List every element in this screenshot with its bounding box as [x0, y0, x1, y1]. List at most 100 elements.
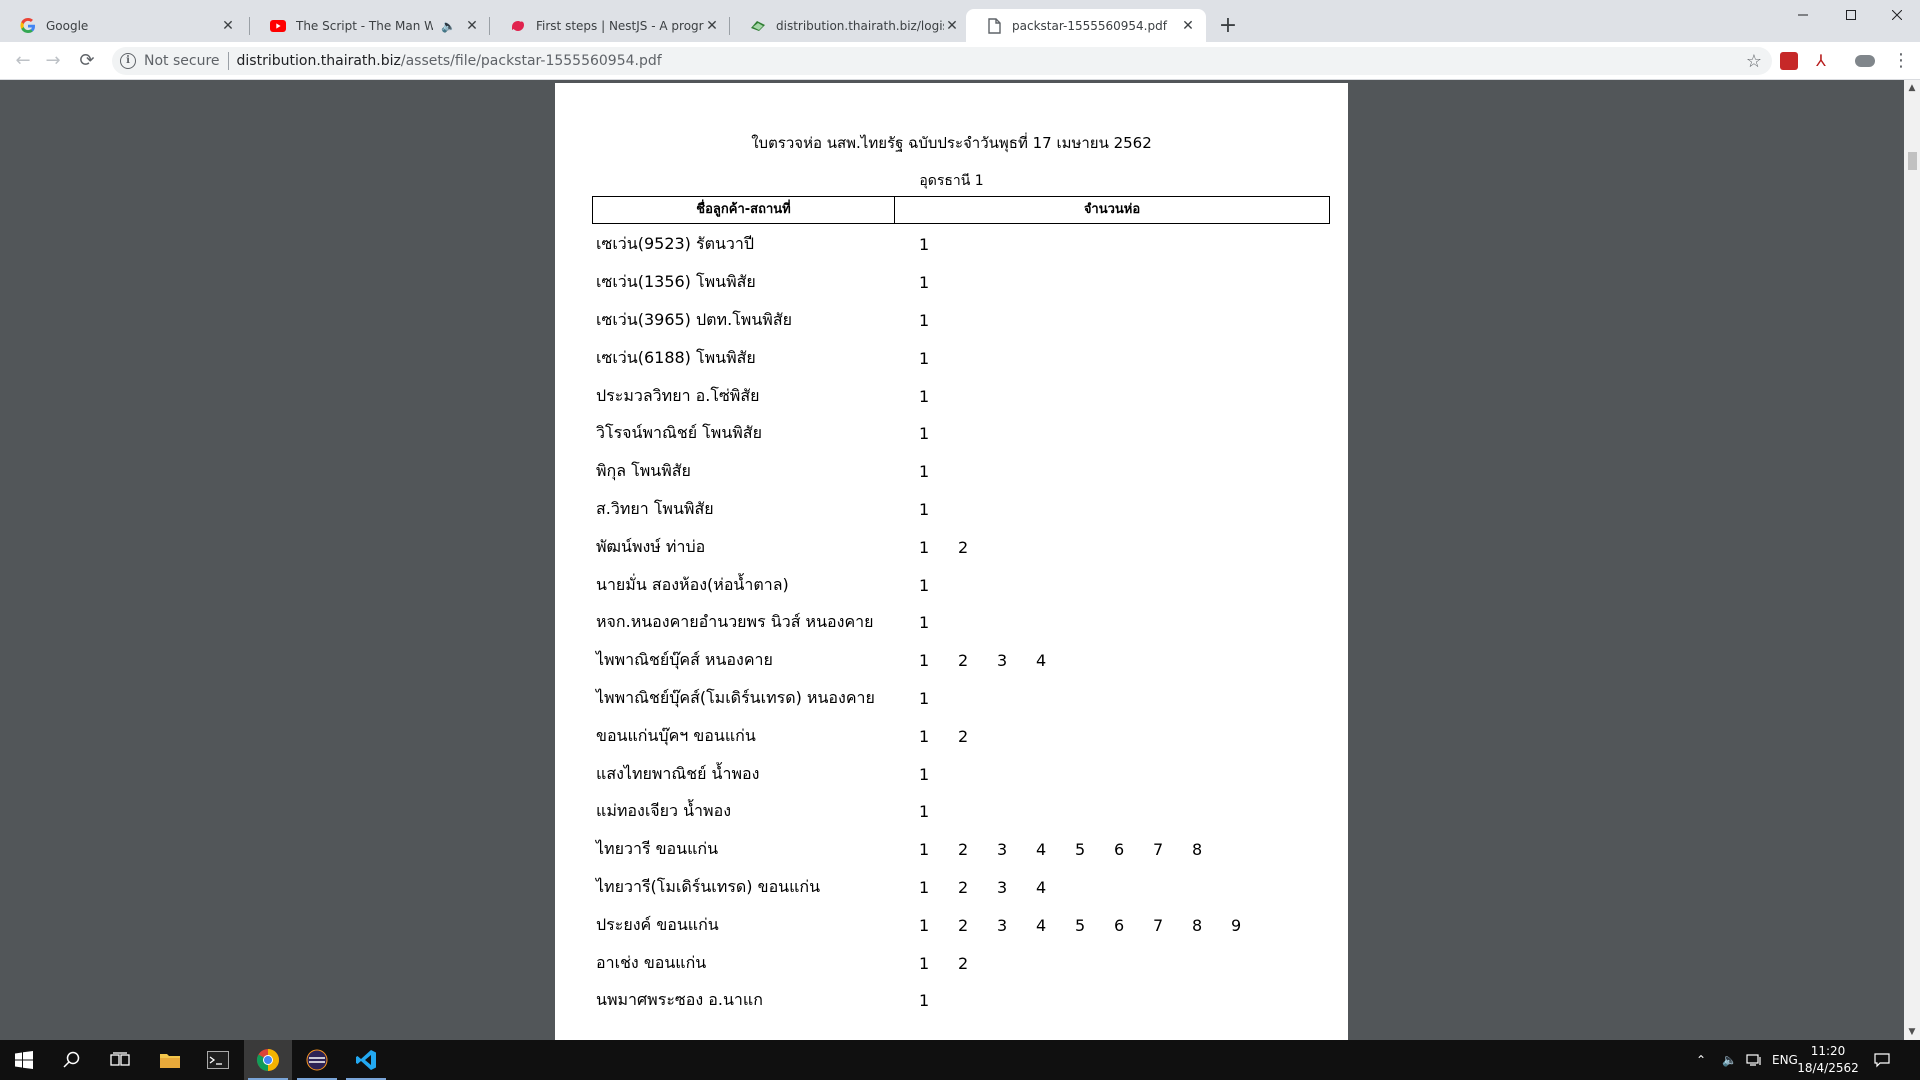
profile-avatar[interactable] — [1855, 55, 1875, 67]
package-numbers: 1 — [919, 311, 958, 330]
browser-toolbar: ← → ⟳ i Not secure distribution.thairath… — [0, 42, 1920, 80]
table-row: ไทยวารี ขอนแก่น 1 2 3 4 5 6 7 8 — [596, 831, 1336, 869]
package-number: 5 — [1075, 840, 1086, 860]
customer-name: เซเว่น(6188) โพนพิสัย — [596, 347, 756, 367]
package-numbers: 1 — [919, 576, 958, 595]
package-numbers: 1 2 3 4 — [919, 651, 1075, 670]
scroll-up-icon[interactable]: ▲ — [1904, 80, 1920, 96]
vertical-scrollbar[interactable]: ▲ ▼ — [1904, 80, 1920, 1040]
column-header-packages: จำนวนห่อ — [1083, 202, 1141, 217]
package-number: 1 — [919, 840, 930, 860]
back-button[interactable]: ← — [10, 48, 36, 74]
package-numbers: 1 — [919, 424, 958, 443]
package-number: 3 — [997, 840, 1008, 860]
taskbar-clock[interactable]: 11:20 18/4/2562 — [1788, 1043, 1868, 1077]
tab-logistics[interactable]: distribution.thairath.biz/logistics/ ✕ — [730, 9, 970, 42]
package-numbers: 12 — [919, 538, 997, 557]
package-number: 9 — [1231, 915, 1242, 935]
pdf-viewer[interactable]: ใบตรวจห่อ นสพ.ไทยรัฐ ฉบับประจำวันพุธที่ … — [0, 80, 1904, 1040]
package-number: 1 — [919, 235, 930, 255]
google-icon — [20, 17, 36, 34]
tab-nestjs[interactable]: First steps | NestJS - A progressive ✕ — [490, 9, 730, 42]
minimize-button[interactable] — [1780, 0, 1826, 32]
search-icon[interactable] — [48, 1040, 96, 1080]
package-number: 1 — [919, 348, 930, 368]
package-number: 1 — [919, 462, 930, 482]
tab-pdf[interactable]: packstar-1555560954.pdf ✕ — [966, 9, 1206, 42]
package-numbers: 1 — [919, 387, 958, 406]
customer-name: ขอนแก่นบุ๊คฯ ขอนแก่น — [596, 725, 756, 745]
network-icon[interactable] — [1746, 1040, 1762, 1080]
info-icon[interactable]: i — [120, 53, 136, 69]
table-row: ไพพาณิชย์บุ๊คส์ หนองคาย 1 2 3 4 — [596, 642, 1336, 680]
package-number: 8 — [1192, 840, 1203, 860]
tab-google[interactable]: Google ✕ — [0, 9, 246, 42]
acrobat-icon[interactable]: ⅄ — [1812, 52, 1830, 70]
package-number: 6 — [1114, 915, 1125, 935]
close-window-button[interactable] — [1874, 0, 1920, 32]
scroll-thumb[interactable] — [1908, 152, 1917, 170]
customer-name: นายมั่น สองห้อง(ห่อน้ำตาล) — [596, 574, 789, 594]
package-number: 4 — [1036, 651, 1047, 671]
chrome-taskbar-icon[interactable] — [244, 1040, 292, 1080]
audio-playing-icon[interactable]: 🔈 — [441, 19, 456, 33]
clock-time: 11:20 — [1810, 1044, 1846, 1058]
notifications-icon[interactable] — [1874, 1040, 1890, 1080]
close-tab-icon[interactable]: ✕ — [464, 18, 480, 34]
close-tab-icon[interactable]: ✕ — [1180, 18, 1196, 34]
tab-youtube[interactable]: The Script - The Man Who Ca 🔈 ✕ — [250, 9, 490, 42]
customer-name: ไทยวารี(โมเดิร์นเทรด) ขอนแก่น — [596, 876, 821, 896]
package-number: 1 — [919, 953, 930, 973]
maximize-button[interactable] — [1828, 0, 1874, 32]
table-row: ประมวลวิทยา อ.โซ่พิสัย 1 — [596, 377, 1336, 415]
package-number: 5 — [1075, 915, 1086, 935]
package-number: 2 — [958, 537, 969, 557]
menu-icon[interactable]: ⋮ — [1888, 48, 1914, 74]
new-tab-button[interactable]: + — [1214, 12, 1242, 40]
package-number: 1 — [919, 688, 930, 708]
customer-name: หจก.หนองคายอำนวยพร นิวส์ หนองคาย — [596, 612, 874, 632]
package-numbers: 1 — [919, 273, 958, 292]
package-number: 1 — [919, 802, 930, 822]
package-numbers: 1 2 3 4 5 6 7 8 9 — [919, 916, 1270, 935]
package-numbers: 12 — [919, 954, 997, 973]
table-row: ประยงค์ ขอนแก่น 1 2 3 4 5 6 7 8 9 — [596, 906, 1336, 944]
table-row: เซเว่น(3965) ปตท.โพนพิสัย 1 — [596, 302, 1336, 340]
close-tab-icon[interactable]: ✕ — [704, 18, 720, 34]
package-number: 7 — [1153, 915, 1164, 935]
address-bar[interactable]: i Not secure distribution.thairath.biz/a… — [112, 47, 1772, 75]
package-number: 2 — [958, 840, 969, 860]
vscode-icon[interactable] — [342, 1040, 390, 1080]
url-text[interactable]: distribution.thairath.biz/assets/file/pa… — [237, 53, 662, 69]
close-tab-icon[interactable]: ✕ — [220, 18, 236, 34]
package-number: 2 — [958, 651, 969, 671]
volume-icon[interactable]: 🔈 — [1722, 1040, 1737, 1080]
show-hidden-icons-icon[interactable]: ⌃ — [1696, 1040, 1706, 1080]
table-row: พัฒน์พงษ์ ท่าบ่อ 1 2 — [596, 528, 1336, 566]
bookmark-star-icon[interactable]: ☆ — [1746, 51, 1762, 72]
document-subtitle: อุดรธานี 1 — [919, 173, 984, 189]
package-number: 3 — [997, 651, 1008, 671]
package-number: 2 — [958, 953, 969, 973]
customer-name: เซเว่น(1356) โพนพิสัย — [596, 272, 756, 292]
tab-title: distribution.thairath.biz/logistics/ — [776, 18, 944, 33]
reload-button[interactable]: ⟳ — [74, 48, 100, 74]
eclipse-icon[interactable] — [293, 1040, 341, 1080]
extension-icon[interactable] — [1780, 52, 1798, 70]
task-view-icon[interactable] — [96, 1040, 144, 1080]
package-number: 1 — [919, 499, 930, 519]
customer-name: ส.วิทยา โพนพิสัย — [596, 498, 714, 518]
file-explorer-icon[interactable] — [146, 1040, 194, 1080]
forward-button[interactable]: → — [40, 48, 66, 74]
package-number: 3 — [997, 877, 1008, 897]
column-header-customer: ชื่อลูกค้า-สถานที่ — [593, 197, 895, 223]
package-number: 7 — [1153, 840, 1164, 860]
scroll-down-icon[interactable]: ▼ — [1904, 1024, 1920, 1040]
terminal-icon[interactable] — [194, 1040, 242, 1080]
nestjs-icon — [510, 18, 526, 34]
security-label: Not secure — [144, 53, 220, 69]
start-button[interactable] — [0, 1040, 48, 1080]
package-number: 1 — [919, 726, 930, 746]
close-tab-icon[interactable]: ✕ — [944, 18, 960, 34]
table-row: แม่ทองเจียว น้ำพอง 1 — [596, 793, 1336, 831]
